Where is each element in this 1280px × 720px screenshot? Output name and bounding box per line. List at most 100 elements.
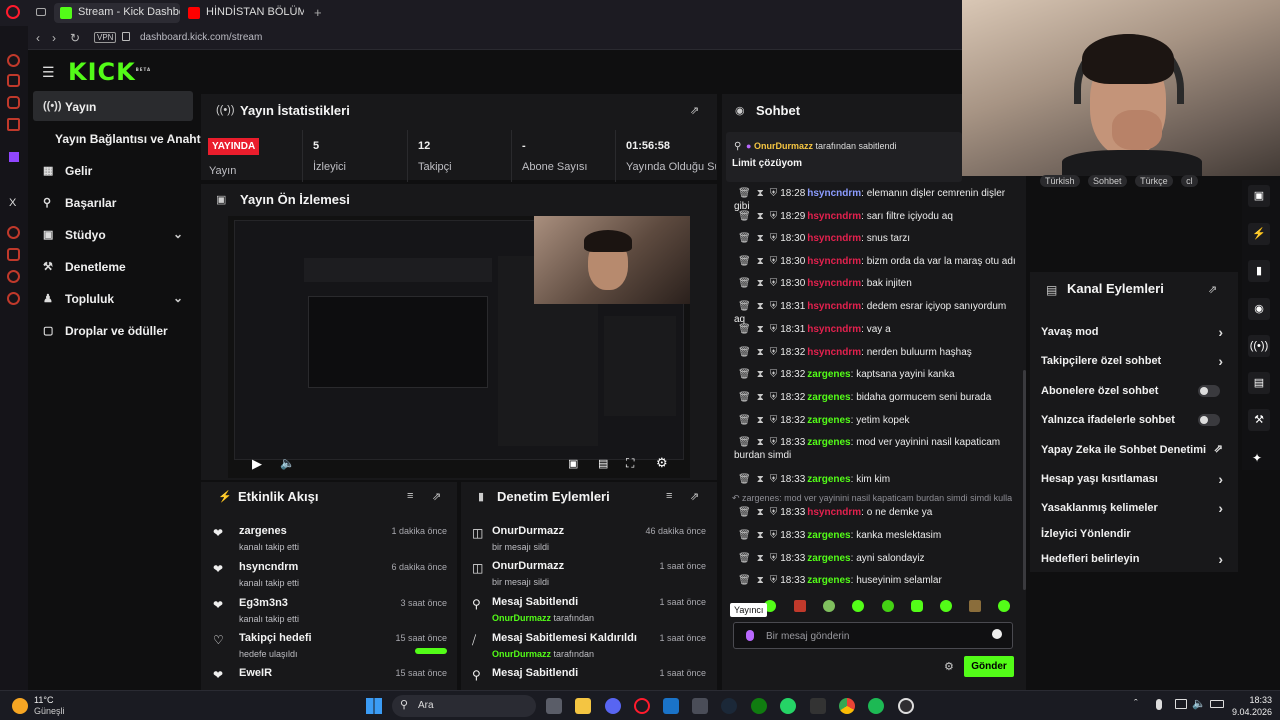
x-icon[interactable]: X	[9, 197, 16, 209]
mic-icon[interactable]	[1156, 699, 1162, 710]
chat-message[interactable]: 🗑 ⧗ ⛨ 18:30 hsyncndrm: bak injiten	[734, 277, 1019, 290]
opera-logo-icon[interactable]	[6, 5, 20, 19]
list-item[interactable]: ◫ OnurDurmazz bir mesajı sildi 46 dakika…	[468, 524, 706, 558]
emote-icon[interactable]	[882, 600, 894, 612]
extensions-icon[interactable]	[7, 292, 20, 305]
chat-input[interactable]: Bir mesaj gönderin	[766, 631, 849, 642]
ban-icon[interactable]: ⛨	[770, 211, 778, 222]
emote-icon[interactable]	[823, 600, 835, 612]
nav-denetleme[interactable]: ⚒ Denetleme	[33, 251, 193, 281]
settings-icon[interactable]	[7, 270, 20, 283]
twitch-icon[interactable]	[9, 152, 19, 162]
music-icon[interactable]	[7, 118, 20, 131]
delete-icon[interactable]: 🗑	[738, 415, 751, 426]
taskbar-search[interactable]: ⚲ Ara	[392, 695, 536, 717]
popout-icon[interactable]: ⇗	[690, 490, 699, 503]
chat-message[interactable]: 🗑 ⧗ ⛨ 18:32 hsyncndrm: nerden buluurm haşhaş	[734, 346, 1019, 359]
ban-icon[interactable]: ⛨	[770, 437, 778, 448]
windows-start-icon[interactable]	[366, 698, 382, 714]
channel-action-item[interactable]: Yavaş mod ›	[1041, 324, 1223, 346]
chat-message[interactable]: 🗑 ⧗ ⛨ 18:33 zargenes: kanka meslektasim	[734, 529, 1019, 542]
tag[interactable]: cl	[1181, 175, 1198, 187]
nav-droplar[interactable]: ▢ Droplar ve ödüller	[33, 315, 193, 345]
channel-action-item[interactable]: İzleyici Yönlendir	[1041, 528, 1223, 548]
history-icon[interactable]	[7, 226, 20, 239]
chat-message[interactable]: 🗑 ⧗ ⛨ 18:32 zargenes: kaptsana yayini kanka	[734, 368, 1019, 381]
add-widget-icon[interactable]: ✦	[1252, 451, 1262, 465]
emote-icon[interactable]	[911, 600, 923, 612]
chat-message[interactable]: 🗑 ⧗ ⛨ 18:33 hsyncndrm: o ne demke ya	[734, 506, 1019, 519]
send-button[interactable]: Gönder	[964, 656, 1014, 677]
file-explorer-icon[interactable]	[575, 698, 591, 714]
timeout-icon[interactable]: ⧗	[757, 211, 764, 222]
ban-icon[interactable]: ⛨	[770, 233, 778, 244]
stream-preview-video[interactable]: ▶ 🔈 ▣ ▤ ⛶ ⚙	[228, 216, 690, 478]
broadcast-icon[interactable]: ((•))	[1248, 335, 1270, 357]
ban-icon[interactable]: ⛨	[770, 324, 778, 335]
channel-action-item[interactable]: Abonelere özel sohbet	[1041, 385, 1223, 405]
new-tab-icon[interactable]: +	[314, 5, 322, 20]
ban-icon[interactable]: ⛨	[770, 347, 778, 358]
timeout-icon[interactable]: ⧗	[757, 530, 764, 541]
filter-icon[interactable]: ≡	[666, 490, 672, 502]
spotify-icon[interactable]	[868, 698, 884, 714]
message-user[interactable]: zargenes	[807, 369, 850, 380]
timeout-icon[interactable]: ⧗	[757, 233, 764, 244]
chat-message[interactable]: 🗑 ⧗ ⛨ 18:29 hsyncndrm: sarı filtre içiyodu a…	[734, 210, 1019, 223]
steam-icon[interactable]	[721, 698, 737, 714]
theater-icon[interactable]: ▤	[598, 457, 608, 470]
task-view-icon[interactable]	[546, 698, 562, 714]
message-user[interactable]: hsyncndrm	[807, 301, 861, 312]
volume-icon[interactable]: 🔈	[1192, 697, 1206, 710]
chat-scrollbar[interactable]	[1023, 370, 1026, 590]
channel-action-item[interactable]: Takipçilere özel sohbet ›	[1041, 353, 1223, 375]
channel-action-item[interactable]: Hedefleri belirleyin ›	[1041, 551, 1223, 573]
mod-sub-user[interactable]: OnurDurmazz	[492, 613, 551, 623]
vpn-badge[interactable]: VPN	[94, 32, 117, 43]
volume-icon[interactable]: 🔈	[280, 456, 295, 470]
message-user[interactable]: hsyncndrm	[807, 188, 861, 199]
list-item[interactable]: ⚲ Mesaj Sabitlendi 1 saat önce	[468, 666, 706, 686]
pinned-message[interactable]: ⚲ ● OnurDurmazz tarafından sabitlendi Li…	[726, 132, 962, 182]
nav-topluluk[interactable]: ♟ Topluluk ⌄	[33, 283, 193, 313]
ban-icon[interactable]: ⛨	[770, 507, 778, 518]
channel-action-item[interactable]: Yalnızca ifadelerle sohbet	[1041, 414, 1223, 434]
tag[interactable]: Türkish	[1040, 175, 1080, 187]
tab-overview-icon[interactable]	[36, 8, 46, 16]
message-user[interactable]: hsyncndrm	[807, 233, 861, 244]
popout-icon[interactable]: ⇗	[432, 490, 441, 503]
ban-icon[interactable]: ⛨	[770, 301, 778, 312]
list-item[interactable]: ❤ zargenes kanalı takip etti 1 dakika ön…	[209, 524, 447, 558]
emoji-icon[interactable]	[992, 629, 1002, 639]
chat-message[interactable]: 🗑 ⧗ ⛨ 18:33 zargenes: kim kim	[734, 473, 1019, 486]
chat-message[interactable]: 🗑 ⧗ ⛨ 18:30 hsyncndrm: snus tarzı	[734, 232, 1019, 245]
popout-icon[interactable]: ⇗	[690, 104, 699, 117]
download-icon[interactable]	[7, 248, 20, 261]
tab-kick-dashboard[interactable]: Stream - Kick Dashboard	[54, 3, 180, 23]
chat-bubble-icon[interactable]: ◉	[1248, 298, 1270, 320]
delete-icon[interactable]: 🗑	[738, 301, 751, 312]
tab-youtube-video[interactable]: HİNDİSTAN BÖLÜM 2: VAR	[182, 3, 304, 23]
kick-logo[interactable]: KICKBETA	[68, 58, 151, 86]
play-icon[interactable]: ▶	[252, 456, 262, 472]
nav-stream-key[interactable]: Yayın Bağlantısı ve Anahtarı	[33, 123, 215, 153]
chat-message[interactable]: 🗑 ⧗ ⛨ 18:33 zargenes: mod ver yayinini nasil…	[734, 436, 1019, 462]
activity-user[interactable]: zargenes	[239, 525, 287, 537]
clock-date[interactable]: 9.04.2026	[1218, 707, 1272, 717]
message-user[interactable]: zargenes	[807, 474, 850, 485]
chrome-icon[interactable]	[839, 698, 855, 714]
delete-icon[interactable]: 🗑	[738, 188, 751, 199]
pinned-user[interactable]: OnurDurmazz	[754, 141, 813, 151]
ban-icon[interactable]: ⛨	[770, 415, 778, 426]
outlook-icon[interactable]	[663, 698, 679, 714]
timeout-icon[interactable]: ⧗	[757, 553, 764, 564]
list-item[interactable]: ❤ EweIR 15 saat önce	[209, 666, 447, 686]
delete-icon[interactable]: 🗑	[738, 233, 751, 244]
instagram-icon[interactable]	[7, 96, 20, 109]
list-item[interactable]: ♡ Takipçi hedefi hedefe ulaşıldı 15 saat…	[209, 631, 447, 665]
timeout-icon[interactable]: ⧗	[757, 256, 764, 267]
opera-icon[interactable]	[634, 698, 650, 714]
message-user[interactable]: zargenes	[807, 575, 850, 586]
mod-sub-user[interactable]: OnurDurmazz	[492, 649, 551, 659]
tag[interactable]: Türkçe	[1135, 175, 1173, 187]
